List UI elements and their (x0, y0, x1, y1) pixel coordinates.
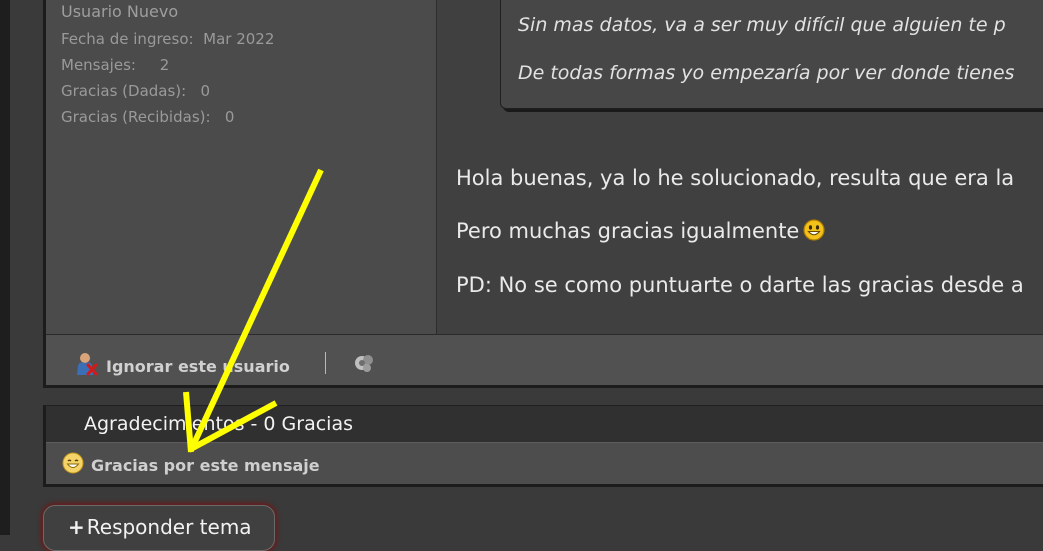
user-stat-posts: Mensajes: 2 (61, 56, 169, 74)
quote-line: De todas formas yo empezaría por ver don… (518, 62, 1015, 84)
reply-label-text: Responder tema (86, 515, 252, 539)
stat-label: Gracias (Recibidas): (61, 108, 211, 126)
ignore-user-label: Ignorar este usuario (106, 356, 290, 376)
report-icon[interactable] (353, 351, 377, 379)
thanks-smiley-icon (62, 452, 84, 478)
reply-button-label: + Responder tema (68, 515, 252, 539)
user-stat-thanks-given: Gracias (Dadas): 0 (61, 82, 210, 100)
stat-value: 0 (200, 82, 211, 100)
stat-value: Mar 2022 (203, 30, 275, 48)
forum-post: Usuario Nuevo Fecha de ingreso: Mar 2022… (43, 0, 1043, 388)
stat-value: 2 (159, 56, 170, 74)
page-left-edge (0, 0, 10, 535)
message-line: PD: No se como puntuarte o darte las gra… (456, 273, 1024, 297)
stat-label: Gracias (Dadas): (61, 82, 187, 100)
footer-divider (325, 352, 326, 374)
ignore-user-button[interactable]: Ignorar este usuario (76, 352, 290, 380)
post-content: Sin mas datos, va a ser muy difícil que … (438, 0, 1043, 334)
plus-icon: + (68, 515, 85, 539)
thanks-button-label: Gracias por este mensaje (91, 455, 320, 475)
quote-block: Sin mas datos, va a ser muy difícil que … (500, 0, 1043, 109)
message-line-with-smiley: Pero muchas gracias igualmente (456, 219, 825, 246)
stat-label: Fecha de ingreso: (61, 30, 194, 48)
user-rank: Usuario Nuevo (61, 2, 179, 21)
post-footer: Ignorar este usuario (46, 334, 1043, 385)
thanks-action-row: Gracias por este mensaje (46, 443, 1043, 484)
thanks-header: Agradecimientos - 0 Gracias (46, 406, 1043, 443)
user-block-icon (76, 352, 98, 380)
stat-value: 0 (224, 108, 235, 126)
message-text: Pero muchas gracias igualmente (456, 219, 800, 243)
message-line: Hola buenas, ya lo he solucionado, resul… (456, 166, 1015, 190)
stat-label: Mensajes: (61, 56, 136, 74)
thanks-section: Agradecimientos - 0 Gracias Gracias por … (43, 405, 1043, 487)
reply-topic-button[interactable]: + Responder tema (43, 505, 275, 551)
thanks-for-post-button[interactable]: Gracias por este mensaje (62, 452, 320, 478)
user-info-panel: Usuario Nuevo Fecha de ingreso: Mar 2022… (46, 0, 437, 334)
user-stat-join-date: Fecha de ingreso: Mar 2022 (61, 30, 274, 48)
quote-line: Sin mas datos, va a ser muy difícil que … (518, 14, 1006, 36)
smiley-face-icon (803, 219, 825, 246)
user-stat-thanks-received: Gracias (Recibidas): 0 (61, 108, 234, 126)
thanks-title: Agradecimientos - 0 Gracias (84, 413, 353, 435)
